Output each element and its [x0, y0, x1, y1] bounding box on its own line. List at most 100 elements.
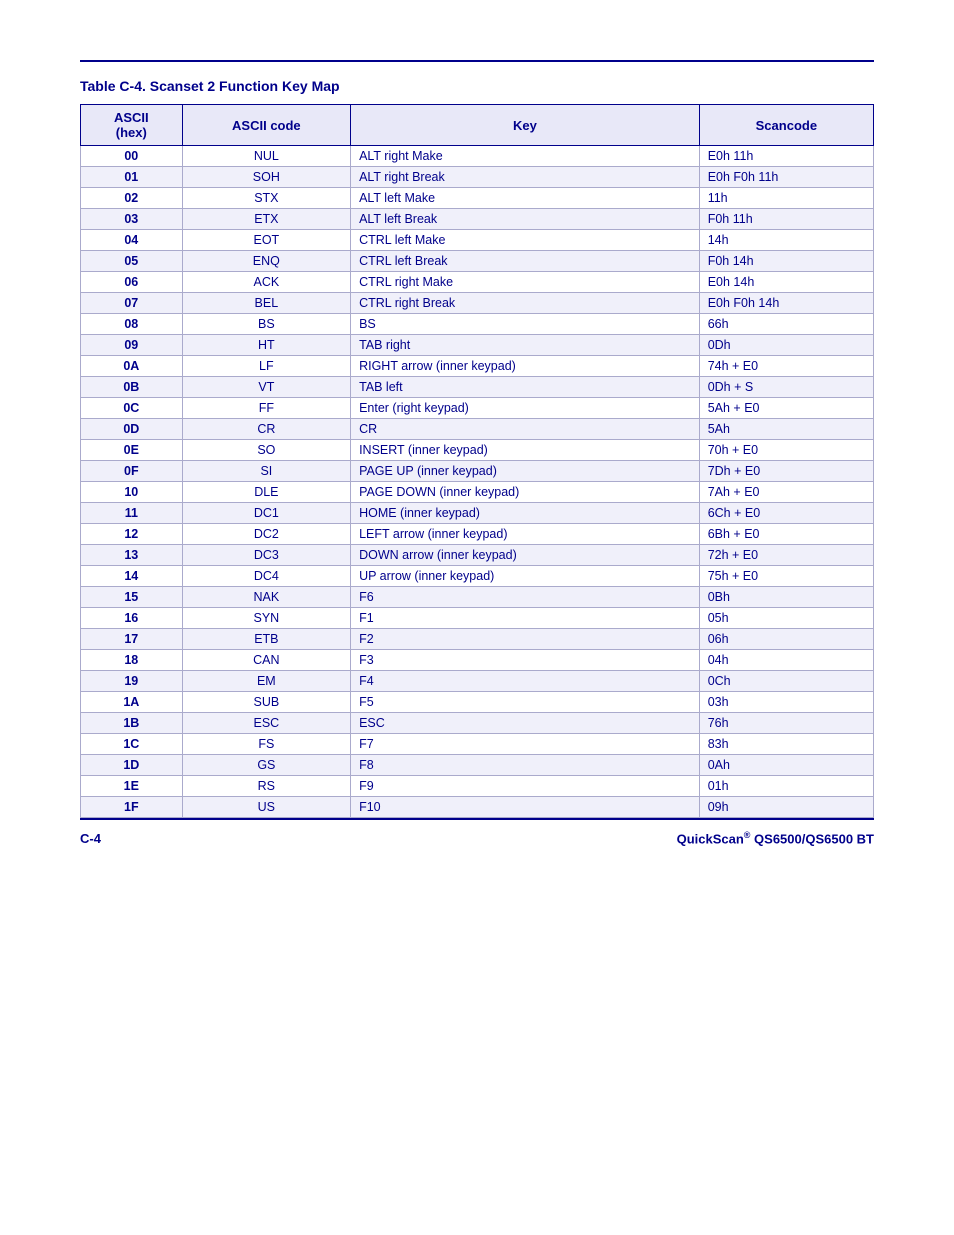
table-cell-21-1: NAK — [182, 587, 350, 608]
table-cell-3-2: ALT left Break — [351, 209, 700, 230]
table-cell-11-0: 0B — [81, 377, 183, 398]
table-cell-30-1: RS — [182, 776, 350, 797]
table-row: 0ALFRIGHT arrow (inner keypad)74h + E0 — [81, 356, 874, 377]
table-row: 15NAKF60Bh — [81, 587, 874, 608]
table-cell-11-3: 0Dh + S — [699, 377, 873, 398]
table-cell-22-1: SYN — [182, 608, 350, 629]
table-cell-4-3: 14h — [699, 230, 873, 251]
table-cell-19-0: 13 — [81, 545, 183, 566]
table-row: 1BESCESC76h — [81, 713, 874, 734]
table-cell-17-1: DC1 — [182, 503, 350, 524]
header-ascii-code: ASCII code — [182, 105, 350, 146]
table-row: 06ACKCTRL right MakeE0h 14h — [81, 272, 874, 293]
table-cell-10-2: RIGHT arrow (inner keypad) — [351, 356, 700, 377]
table-row: 13DC3DOWN arrow (inner keypad)72h + E0 — [81, 545, 874, 566]
table-cell-10-3: 74h + E0 — [699, 356, 873, 377]
table-cell-9-2: TAB right — [351, 335, 700, 356]
table-cell-8-0: 08 — [81, 314, 183, 335]
function-key-map-table: ASCII(hex) ASCII code Key Scancode 00NUL… — [80, 104, 874, 818]
table-row: 18CANF304h — [81, 650, 874, 671]
table-cell-30-3: 01h — [699, 776, 873, 797]
table-cell-19-3: 72h + E0 — [699, 545, 873, 566]
table-cell-19-2: DOWN arrow (inner keypad) — [351, 545, 700, 566]
table-cell-30-0: 1E — [81, 776, 183, 797]
table-cell-29-2: F8 — [351, 755, 700, 776]
table-row: 02STXALT left Make11h — [81, 188, 874, 209]
table-cell-31-0: 1F — [81, 797, 183, 818]
table-cell-22-3: 05h — [699, 608, 873, 629]
table-row: 14DC4UP arrow (inner keypad)75h + E0 — [81, 566, 874, 587]
table-cell-17-3: 6Ch + E0 — [699, 503, 873, 524]
table-cell-5-2: CTRL left Break — [351, 251, 700, 272]
table-row: 0DCRCR5Ah — [81, 419, 874, 440]
table-cell-14-0: 0E — [81, 440, 183, 461]
table-cell-27-0: 1B — [81, 713, 183, 734]
table-cell-25-0: 19 — [81, 671, 183, 692]
table-cell-1-1: SOH — [182, 167, 350, 188]
table-row: 0CFFEnter (right keypad)5Ah + E0 — [81, 398, 874, 419]
table-cell-2-2: ALT left Make — [351, 188, 700, 209]
header-scancode: Scancode — [699, 105, 873, 146]
table-cell-5-3: F0h 14h — [699, 251, 873, 272]
table-cell-27-3: 76h — [699, 713, 873, 734]
table-cell-25-2: F4 — [351, 671, 700, 692]
table-title: Table C-4. Scanset 2 Function Key Map — [80, 78, 874, 94]
table-row: 07BELCTRL right BreakE0h F0h 14h — [81, 293, 874, 314]
table-row: 0FSIPAGE UP (inner keypad)7Dh + E0 — [81, 461, 874, 482]
table-row: 05ENQCTRL left BreakF0h 14h — [81, 251, 874, 272]
table-row: 0BVTTAB left0Dh + S — [81, 377, 874, 398]
table-cell-28-3: 83h — [699, 734, 873, 755]
table-cell-15-3: 7Dh + E0 — [699, 461, 873, 482]
table-row: 19EMF40Ch — [81, 671, 874, 692]
header-key: Key — [351, 105, 700, 146]
table-cell-0-0: 00 — [81, 146, 183, 167]
table-cell-7-3: E0h F0h 14h — [699, 293, 873, 314]
table-cell-15-1: SI — [182, 461, 350, 482]
table-cell-5-0: 05 — [81, 251, 183, 272]
table-cell-27-2: ESC — [351, 713, 700, 734]
table-cell-31-1: US — [182, 797, 350, 818]
table-cell-3-3: F0h 11h — [699, 209, 873, 230]
table-cell-1-3: E0h F0h 11h — [699, 167, 873, 188]
table-cell-27-1: ESC — [182, 713, 350, 734]
table-cell-25-3: 0Ch — [699, 671, 873, 692]
table-cell-13-3: 5Ah — [699, 419, 873, 440]
table-cell-20-1: DC4 — [182, 566, 350, 587]
table-cell-18-3: 6Bh + E0 — [699, 524, 873, 545]
table-cell-29-1: GS — [182, 755, 350, 776]
table-cell-2-0: 02 — [81, 188, 183, 209]
table-cell-7-2: CTRL right Break — [351, 293, 700, 314]
table-cell-21-2: F6 — [351, 587, 700, 608]
table-row: 12DC2LEFT arrow (inner keypad)6Bh + E0 — [81, 524, 874, 545]
table-row: 1ERSF901h — [81, 776, 874, 797]
table-cell-16-0: 10 — [81, 482, 183, 503]
table-cell-8-3: 66h — [699, 314, 873, 335]
table-cell-10-1: LF — [182, 356, 350, 377]
table-row: 08BSBS66h — [81, 314, 874, 335]
table-row: 04EOTCTRL left Make14h — [81, 230, 874, 251]
table-cell-6-0: 06 — [81, 272, 183, 293]
table-cell-8-1: BS — [182, 314, 350, 335]
table-row: 1ASUBF503h — [81, 692, 874, 713]
table-cell-16-1: DLE — [182, 482, 350, 503]
table-cell-23-2: F2 — [351, 629, 700, 650]
footer-product-name: QuickScan® QS6500/QS6500 BT — [677, 830, 874, 846]
table-cell-12-3: 5Ah + E0 — [699, 398, 873, 419]
table-cell-8-2: BS — [351, 314, 700, 335]
table-cell-12-0: 0C — [81, 398, 183, 419]
table-cell-28-1: FS — [182, 734, 350, 755]
table-cell-22-2: F1 — [351, 608, 700, 629]
top-rule — [80, 60, 874, 62]
table-cell-13-0: 0D — [81, 419, 183, 440]
table-cell-30-2: F9 — [351, 776, 700, 797]
table-cell-26-2: F5 — [351, 692, 700, 713]
table-cell-17-0: 11 — [81, 503, 183, 524]
table-cell-24-2: F3 — [351, 650, 700, 671]
table-cell-16-3: 7Ah + E0 — [699, 482, 873, 503]
table-cell-18-1: DC2 — [182, 524, 350, 545]
table-cell-21-0: 15 — [81, 587, 183, 608]
table-cell-7-0: 07 — [81, 293, 183, 314]
table-row: 1CFSF783h — [81, 734, 874, 755]
page-container: Table C-4. Scanset 2 Function Key Map AS… — [80, 60, 874, 846]
table-cell-4-2: CTRL left Make — [351, 230, 700, 251]
